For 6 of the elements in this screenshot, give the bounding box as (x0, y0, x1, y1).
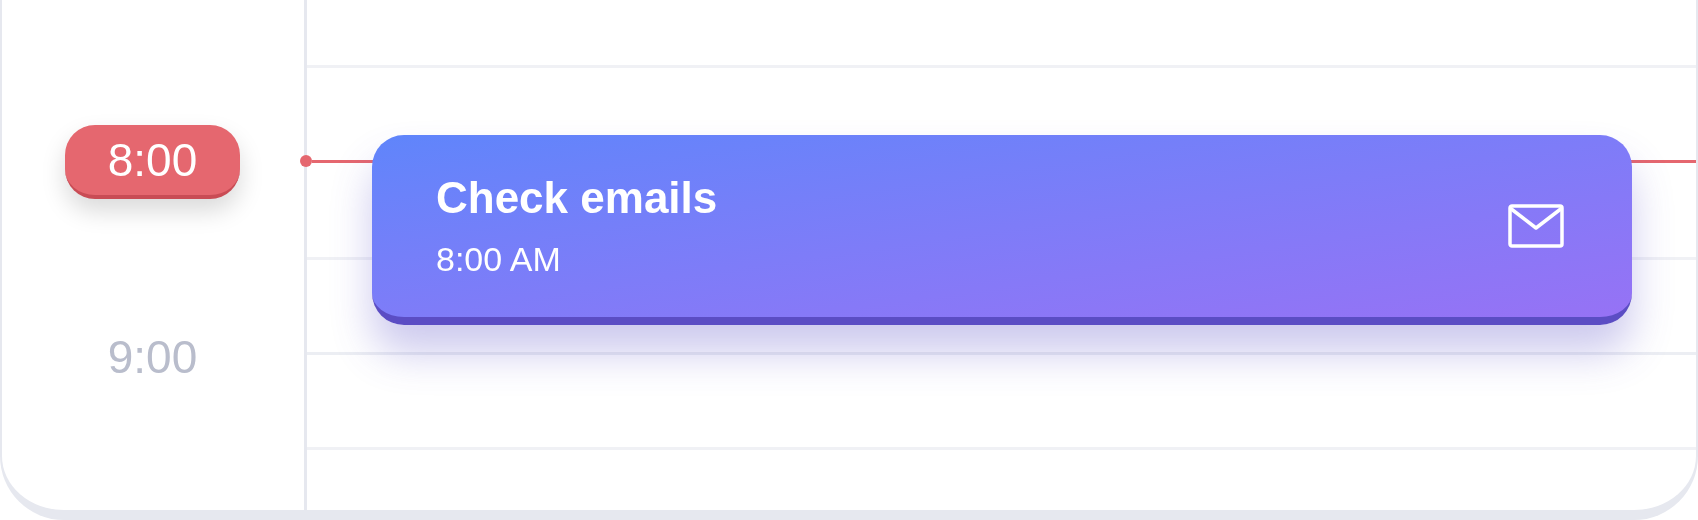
mail-icon (1508, 204, 1564, 248)
event-card[interactable]: Check emails 8:00 AM (372, 135, 1632, 325)
event-time: 8:00 AM (436, 242, 562, 276)
event-title: Check emails (436, 176, 719, 220)
hour-label: 9:00 (106, 329, 199, 385)
current-time-badge: 8:00 (65, 125, 240, 199)
